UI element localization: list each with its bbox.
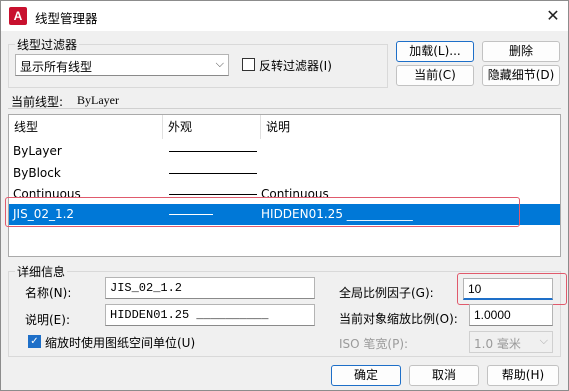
column-header-linetype[interactable]: 线型 xyxy=(9,115,163,139)
linetype-preview xyxy=(169,194,257,195)
iso-pen-width-label: ISO 笔宽(P): xyxy=(339,337,409,351)
filter-group-label: 线型过滤器 xyxy=(15,36,80,53)
filter-select-value: 显示所有线型 xyxy=(20,60,93,74)
cancel-button[interactable]: 取消 xyxy=(409,365,479,386)
current-button[interactable]: 当前(C) xyxy=(396,65,474,86)
chevron-down-icon: ⌵ xyxy=(215,57,224,70)
details-group-label: 详细信息 xyxy=(15,263,68,280)
check-icon: ✓ xyxy=(30,336,39,347)
linetype-list[interactable]: 线型 外观 说明 ByLayer ByBlock Continuous Cont… xyxy=(8,114,561,257)
global-scale-label: 全局比例因子(G): xyxy=(339,286,434,300)
table-row[interactable]: ByLayer xyxy=(9,141,560,162)
hide-details-button[interactable]: 隐藏细节(D) xyxy=(482,65,560,86)
name-label: 名称(N): xyxy=(25,286,72,300)
delete-button[interactable]: 删除 xyxy=(482,41,560,62)
load-button[interactable]: 加载(L)... xyxy=(396,41,474,62)
paper-units-label: 缩放时使用图纸空间单位(U) xyxy=(45,336,196,350)
object-scale-label: 当前对象缩放比例(O): xyxy=(339,312,458,326)
current-linetype-value: ByLayer xyxy=(77,93,119,107)
autocad-app-icon: A xyxy=(9,7,27,25)
description-field[interactable]: HIDDEN01.25 __________ xyxy=(105,304,315,326)
table-row[interactable]: ByBlock xyxy=(9,163,560,184)
iso-pen-width-select: 1.0 毫米 ⌵ xyxy=(469,331,553,353)
row-name: ByBlock xyxy=(13,166,61,180)
iso-pen-width-value: 1.0 毫米 xyxy=(474,337,521,351)
close-icon[interactable]: ✕ xyxy=(541,4,565,28)
filter-select[interactable]: 显示所有线型 ⌵ xyxy=(15,54,229,76)
invert-filter-checkbox[interactable] xyxy=(242,58,255,71)
name-field[interactable]: JIS_02_1.2 xyxy=(105,277,315,299)
help-button[interactable]: 帮助(H) xyxy=(487,365,559,386)
linetype-preview xyxy=(169,173,257,174)
highlight-box-selected-row xyxy=(5,197,520,227)
linetype-preview xyxy=(169,151,257,152)
chevron-down-icon: ⌵ xyxy=(539,334,548,347)
window-title: 线型管理器 xyxy=(35,11,98,26)
linetype-manager-dialog: A 线型管理器 ✕ 线型过滤器 显示所有线型 ⌵ 反转过滤器(I) 加载(L).… xyxy=(0,0,569,391)
title-bar: A 线型管理器 ✕ xyxy=(1,1,568,31)
row-name: ByLayer xyxy=(13,144,62,158)
paper-units-checkbox[interactable]: ✓ xyxy=(28,335,41,348)
column-header-appearance[interactable]: 外观 xyxy=(163,115,261,139)
invert-filter-label: 反转过滤器(I) xyxy=(259,59,332,73)
ok-button[interactable]: 确定 xyxy=(331,365,401,386)
divider xyxy=(8,108,561,109)
description-label: 说明(E): xyxy=(25,313,70,327)
column-header-description[interactable]: 说明 xyxy=(261,115,560,139)
highlight-box-global-scale xyxy=(457,273,567,305)
object-scale-field[interactable]: 1.0000 xyxy=(469,304,553,326)
